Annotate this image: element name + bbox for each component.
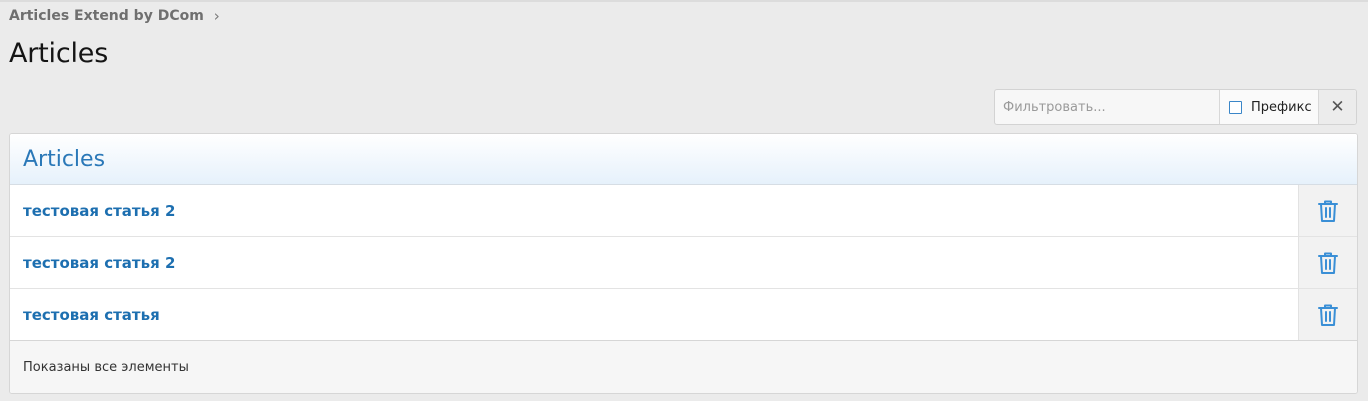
close-icon: ✕	[1330, 97, 1345, 117]
chevron-right-icon: ›	[213, 7, 220, 25]
list-item: тестовая статья 2	[10, 185, 1357, 237]
breadcrumb-link[interactable]: Articles Extend by DCom	[9, 8, 204, 24]
filter-bar: Префикс ✕	[994, 89, 1357, 125]
article-link[interactable]: тестовая статья 2	[10, 185, 1298, 236]
prefix-label: Префикс	[1251, 99, 1312, 115]
top-border	[0, 0, 1368, 2]
trash-icon	[1318, 252, 1338, 274]
breadcrumb[interactable]: Articles Extend by DCom ›	[9, 7, 220, 25]
trash-icon	[1318, 304, 1338, 326]
article-link[interactable]: тестовая статья	[10, 289, 1298, 340]
article-list: тестовая статья 2 тестовая статья 2 тест…	[10, 185, 1357, 341]
article-link[interactable]: тестовая статья 2	[10, 237, 1298, 288]
panel-title: Articles	[23, 146, 106, 172]
prefix-checkbox[interactable]	[1229, 100, 1242, 114]
footer-status: Показаны все элементы	[23, 360, 189, 375]
list-item: тестовая статья 2	[10, 237, 1357, 289]
delete-button[interactable]	[1298, 289, 1357, 340]
delete-button[interactable]	[1298, 237, 1357, 288]
clear-filter-button[interactable]: ✕	[1319, 90, 1356, 124]
page-title: Articles	[9, 38, 109, 69]
prefix-toggle[interactable]: Префикс	[1220, 90, 1319, 124]
panel-header: Articles	[10, 134, 1357, 185]
delete-button[interactable]	[1298, 185, 1357, 236]
list-item: тестовая статья	[10, 289, 1357, 341]
filter-input[interactable]	[995, 90, 1220, 124]
articles-panel: Articles тестовая статья 2 тестовая стат…	[9, 133, 1358, 394]
trash-icon	[1318, 200, 1338, 222]
panel-footer: Показаны все элементы	[10, 341, 1357, 393]
